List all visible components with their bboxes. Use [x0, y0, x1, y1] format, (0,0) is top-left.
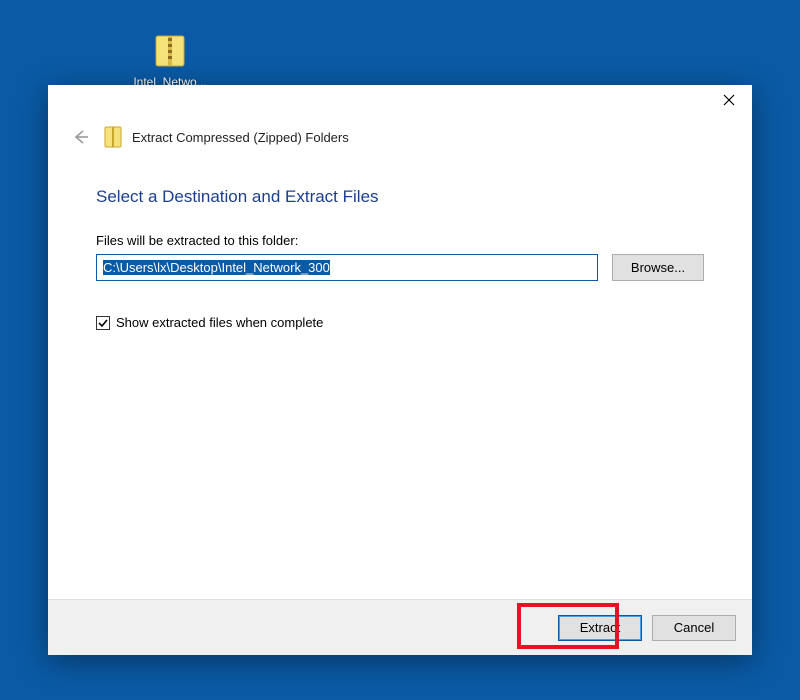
zip-folder-icon [150, 30, 190, 70]
cancel-button[interactable]: Cancel [652, 615, 736, 641]
dialog-content: Select a Destination and Extract Files F… [48, 163, 752, 599]
instruction-heading: Select a Destination and Extract Files [96, 187, 704, 207]
show-files-checkbox-label: Show extracted files when complete [116, 315, 323, 330]
desktop-zip-icon[interactable]: Intel_Netwo... [130, 30, 210, 89]
extract-button[interactable]: Extract [558, 615, 642, 641]
back-button[interactable] [66, 123, 94, 151]
path-label: Files will be extracted to this folder: [96, 233, 704, 248]
close-icon [723, 94, 735, 106]
show-files-checkbox-row: Show extracted files when complete [96, 315, 704, 330]
extract-dialog: Extract Compressed (Zipped) Folders Sele… [48, 85, 752, 655]
path-row: Browse... [96, 254, 704, 281]
browse-button[interactable]: Browse... [612, 254, 704, 281]
dialog-title: Extract Compressed (Zipped) Folders [132, 130, 349, 145]
zip-folder-icon [104, 126, 122, 148]
checkmark-icon [98, 318, 108, 328]
header-row: Extract Compressed (Zipped) Folders [48, 119, 752, 163]
show-files-checkbox[interactable] [96, 316, 110, 330]
destination-path-input[interactable] [96, 254, 598, 281]
close-button[interactable] [706, 85, 752, 115]
titlebar [48, 85, 752, 119]
back-arrow-icon [70, 127, 90, 147]
dialog-footer: Extract Cancel [48, 599, 752, 655]
